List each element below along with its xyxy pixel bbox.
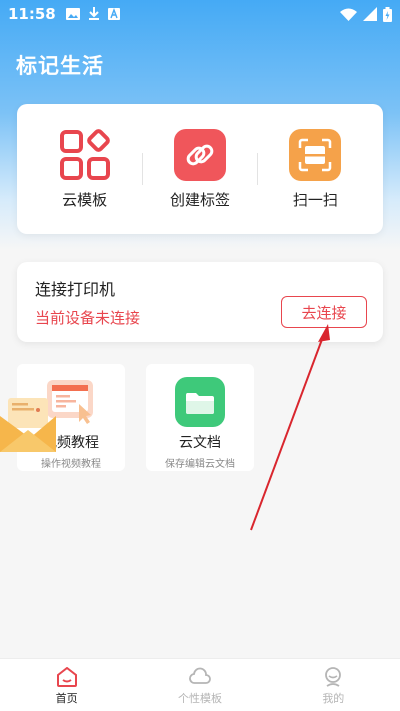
bottom-tab-bar: 首页 个性模板 我的 [0, 658, 400, 711]
quick-tools-card: 云模板 创建标签 扫一扫 [17, 104, 383, 234]
feature-title: 云文档 [179, 435, 221, 451]
divider [257, 153, 259, 185]
tab-label: 个性模板 [177, 692, 222, 705]
tab-home[interactable]: 首页 [0, 659, 133, 711]
printer-title: 连接打印机 [35, 280, 116, 299]
status-bar: 11:58 [0, 0, 400, 28]
scan-button[interactable]: 扫一扫 [265, 128, 365, 210]
link-icon [173, 128, 226, 181]
folder-icon [175, 377, 225, 427]
download-icon [88, 7, 99, 20]
wifi-icon [340, 8, 357, 21]
printer-card: 连接打印机 当前设备未连接 去连接 [17, 262, 383, 342]
page-title: 标记生活 [16, 54, 104, 78]
cloud-template-button[interactable]: 云模板 [35, 128, 135, 210]
tab-label: 首页 [55, 692, 78, 705]
scan-icon [289, 128, 342, 181]
feature-subtitle: 操作视频教程 [41, 459, 101, 470]
cloud-document-card[interactable]: 云文档 保存编辑云文档 [146, 364, 254, 471]
divider [141, 153, 143, 185]
printer-status: 当前设备未连接 [35, 309, 141, 327]
tool-label: 云模板 [62, 190, 108, 209]
feature-subtitle: 保存编辑云文档 [165, 459, 235, 470]
battery-icon [383, 6, 392, 22]
tab-profile[interactable]: 我的 [267, 659, 400, 711]
home-icon [56, 667, 77, 687]
grid-template-icon [59, 128, 110, 180]
tab-templates[interactable]: 个性模板 [133, 659, 266, 711]
tab-label: 我的 [322, 692, 345, 705]
cloud-icon [189, 667, 211, 684]
create-label-button[interactable]: 创建标签 [150, 128, 250, 210]
tool-label: 扫一扫 [292, 190, 338, 209]
connect-button[interactable]: 去连接 [281, 296, 367, 328]
signal-icon [363, 7, 377, 21]
profile-icon [325, 667, 342, 687]
tool-label: 创建标签 [169, 190, 230, 209]
envelope-icon[interactable] [0, 398, 60, 452]
a-badge-icon [107, 8, 120, 20]
image-icon [65, 8, 80, 20]
status-time: 11:58 [8, 5, 56, 23]
